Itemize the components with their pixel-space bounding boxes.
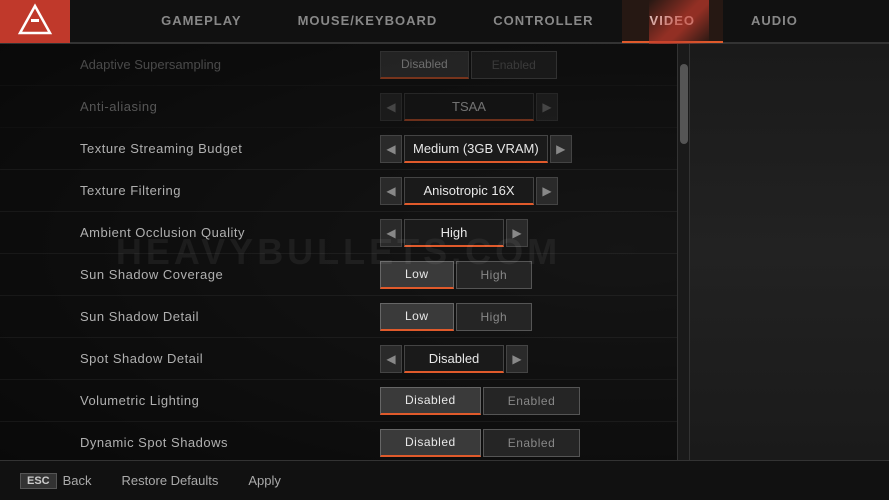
setting-row-anti-aliasing: Anti-aliasing ◀ TSAA ▶: [0, 86, 677, 128]
toggle-btn-disabled-volumetric[interactable]: Disabled: [380, 387, 481, 415]
setting-row-adaptive-supersampling: Adaptive Supersampling Disabled Enabled: [0, 44, 677, 86]
toggle-group-sun-shadow-coverage: Low High: [380, 261, 532, 289]
arrow-control-texture-filtering: ◀ Anisotropic 16X ▶: [380, 177, 558, 205]
setting-row-dynamic-spot-shadows: Dynamic Spot Shadows Disabled Enabled: [0, 422, 677, 460]
back-action[interactable]: ESC Back: [20, 473, 92, 489]
tab-controller[interactable]: CONTROLLER: [465, 0, 621, 43]
toggle-btn-high-sun-coverage[interactable]: High: [456, 261, 533, 289]
arrow-control-spot-shadow: ◀ Disabled ▶: [380, 345, 528, 373]
arrow-right-anti-aliasing[interactable]: ▶: [536, 93, 558, 121]
setting-row-texture-filtering: Texture Filtering ◀ Anisotropic 16X ▶: [0, 170, 677, 212]
setting-label-texture-filtering: Texture Filtering: [80, 183, 380, 198]
main-container: GAMEPLAY MOUSE/KEYBOARD CONTROLLER VIDEO…: [0, 0, 889, 500]
arrow-right-spot-shadow[interactable]: ▶: [506, 345, 528, 373]
setting-label-anti-aliasing: Anti-aliasing: [80, 99, 380, 114]
toggle-btn-enabled-volumetric[interactable]: Enabled: [483, 387, 581, 415]
arrow-left-ambient-occlusion[interactable]: ◀: [380, 219, 402, 247]
arrow-left-spot-shadow[interactable]: ◀: [380, 345, 402, 373]
tab-audio[interactable]: AUDIO: [723, 0, 826, 43]
restore-defaults-action[interactable]: Restore Defaults: [122, 473, 219, 488]
toggle-btn-enabled-dynamic[interactable]: Enabled: [483, 429, 581, 457]
back-label: Back: [63, 473, 92, 488]
setting-row-volumetric-lighting: Volumetric Lighting Disabled Enabled: [0, 380, 677, 422]
arrow-right-ambient-occlusion[interactable]: ▶: [506, 219, 528, 247]
arrow-right-texture-streaming[interactable]: ▶: [550, 135, 572, 163]
setting-label-ambient-occlusion: Ambient Occlusion Quality: [80, 225, 380, 240]
arrow-left-texture-filtering[interactable]: ◀: [380, 177, 402, 205]
arrow-control-anti-aliasing: ◀ TSAA ▶: [380, 93, 558, 121]
bottom-bar: ESC Back Restore Defaults Apply: [0, 460, 889, 500]
toggle-group-volumetric: Disabled Enabled: [380, 387, 580, 415]
toggle-group-adaptive: Disabled Enabled: [380, 51, 557, 79]
value-anti-aliasing: TSAA: [404, 93, 534, 121]
setting-label-dynamic-spot-shadows: Dynamic Spot Shadows: [80, 435, 380, 450]
arrow-left-texture-streaming[interactable]: ◀: [380, 135, 402, 163]
settings-panel[interactable]: HEAVYBULLETS.COM Adaptive Supersampling …: [0, 44, 677, 460]
setting-label-volumetric-lighting: Volumetric Lighting: [80, 393, 380, 408]
tab-mouse-keyboard[interactable]: MOUSE/KEYBOARD: [270, 0, 466, 43]
value-texture-filtering: Anisotropic 16X: [404, 177, 534, 205]
setting-label-texture-streaming-budget: Texture Streaming Budget: [80, 141, 380, 156]
scrollbar-thumb[interactable]: [680, 64, 688, 144]
tab-video[interactable]: VIDEO: [622, 0, 723, 43]
top-nav: GAMEPLAY MOUSE/KEYBOARD CONTROLLER VIDEO…: [0, 0, 889, 44]
value-texture-streaming: Medium (3GB VRAM): [404, 135, 548, 163]
logo-area: [0, 0, 70, 43]
setting-row-ambient-occlusion: Ambient Occlusion Quality ◀ High ▶: [0, 212, 677, 254]
value-ambient-occlusion: High: [404, 219, 504, 247]
toggle-btn-high-sun-detail[interactable]: High: [456, 303, 533, 331]
setting-label-spot-shadow-detail: Spot Shadow Detail: [80, 351, 380, 366]
toggle-btn-low-sun-coverage[interactable]: Low: [380, 261, 454, 289]
arrow-control-texture-streaming: ◀ Medium (3GB VRAM) ▶: [380, 135, 572, 163]
setting-label-sun-shadow-detail: Sun Shadow Detail: [80, 309, 380, 324]
nav-tabs: GAMEPLAY MOUSE/KEYBOARD CONTROLLER VIDEO…: [70, 0, 889, 43]
toggle-btn-enabled[interactable]: Enabled: [471, 51, 557, 79]
setting-label-adaptive-supersampling: Adaptive Supersampling: [80, 57, 380, 72]
toggle-btn-disabled-dynamic[interactable]: Disabled: [380, 429, 481, 457]
setting-label-sun-shadow-coverage: Sun Shadow Coverage: [80, 267, 380, 282]
setting-row-sun-shadow-coverage: Sun Shadow Coverage Low High: [0, 254, 677, 296]
arrow-control-ambient-occlusion: ◀ High ▶: [380, 219, 528, 247]
setting-row-spot-shadow-detail: Spot Shadow Detail ◀ Disabled ▶: [0, 338, 677, 380]
value-spot-shadow: Disabled: [404, 345, 504, 373]
esc-key-badge: ESC: [20, 473, 57, 489]
right-panel: [689, 44, 889, 460]
toggle-btn-disabled[interactable]: Disabled: [380, 51, 469, 79]
restore-defaults-label: Restore Defaults: [122, 473, 219, 488]
toggle-group-dynamic-spot: Disabled Enabled: [380, 429, 580, 457]
arrow-left-anti-aliasing[interactable]: ◀: [380, 93, 402, 121]
tab-gameplay[interactable]: GAMEPLAY: [133, 0, 269, 43]
toggle-btn-low-sun-detail[interactable]: Low: [380, 303, 454, 331]
toggle-group-sun-shadow-detail: Low High: [380, 303, 532, 331]
apex-logo-icon: [17, 3, 53, 39]
scrollbar-track[interactable]: [677, 44, 689, 460]
arrow-right-texture-filtering[interactable]: ▶: [536, 177, 558, 205]
apply-action[interactable]: Apply: [248, 473, 281, 488]
apply-label: Apply: [248, 473, 281, 488]
content-area: HEAVYBULLETS.COM Adaptive Supersampling …: [0, 44, 889, 460]
setting-row-sun-shadow-detail: Sun Shadow Detail Low High: [0, 296, 677, 338]
setting-row-texture-streaming-budget: Texture Streaming Budget ◀ Medium (3GB V…: [0, 128, 677, 170]
